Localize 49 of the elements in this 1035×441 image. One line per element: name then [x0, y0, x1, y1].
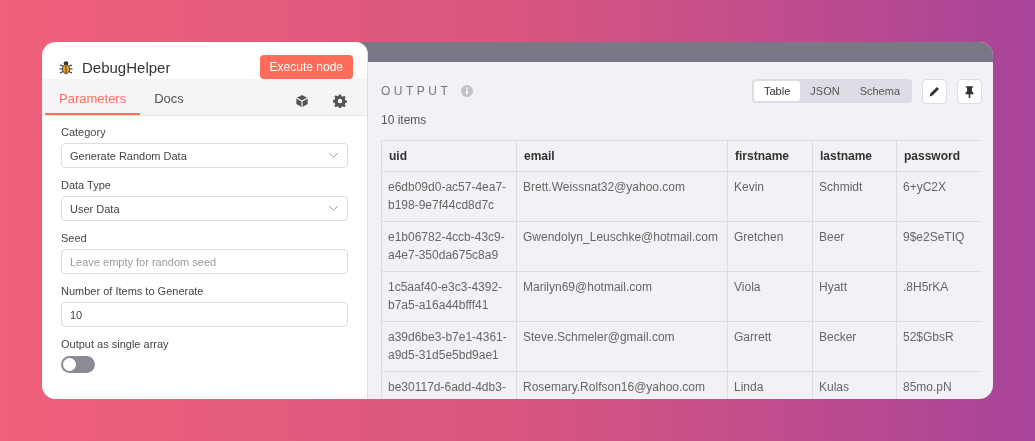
select-field[interactable]: Generate Random Data — [61, 143, 348, 168]
chevron-down-icon — [328, 152, 339, 159]
toggle-switch[interactable] — [61, 356, 95, 373]
table-cell: Brett.Weissnat32@yahoo.com — [516, 171, 728, 222]
chevron-down-icon — [328, 205, 339, 212]
table-cell: e1b06782-4ccb-43c9-a4e7-350da675c8a9 — [381, 221, 517, 272]
pencil-icon — [928, 84, 941, 98]
column-header: lastname — [812, 140, 897, 172]
view-tab[interactable]: JSON — [800, 81, 850, 101]
table-cell: a39d6be3-b7e1-4361-a9d5-31d5e5bd9ae1 — [381, 321, 517, 372]
info-icon — [461, 85, 474, 97]
pin-button[interactable] — [957, 78, 982, 104]
settings-icon[interactable] — [333, 94, 347, 108]
pin-icon — [963, 84, 976, 98]
table-cell: Beer — [812, 221, 897, 272]
table-cell: Viola — [727, 271, 813, 322]
table-cell: 1c5aaf40-e3c3-4392-b7a5-a16a44bfff41 — [381, 271, 517, 322]
table-cell: e6db09d0-ac57-4ea7-b198-9e7f44cd8d7c — [381, 171, 517, 222]
table-cell: Marilyn69@hotmail.com — [516, 271, 728, 322]
table-cell: Hyatt — [812, 271, 897, 322]
table-cell: Gretchen — [727, 221, 813, 272]
table-cell: Steve.Schmeler@gmail.com — [516, 321, 728, 372]
view-tab[interactable]: Table — [754, 81, 801, 101]
cube-icon[interactable] — [295, 94, 309, 108]
item-count: 10 items — [381, 113, 428, 127]
table-cell: Schmidt — [812, 171, 897, 222]
select-field[interactable]: User Data — [61, 196, 348, 221]
view-tab[interactable]: Schema — [849, 81, 910, 101]
table-cell: Gwendolyn_Leuschke@hotmail.com — [516, 221, 728, 272]
column-header: uid — [381, 140, 517, 172]
output-title: OUTPUT — [381, 84, 452, 98]
table-cell: be30117d-6add-4db3- — [381, 371, 517, 399]
column-header: password — [896, 140, 982, 172]
column-header: email — [516, 140, 728, 172]
edit-button[interactable] — [922, 78, 947, 104]
node-title: DebugHelper — [82, 58, 171, 76]
text-field[interactable]: Leave empty for random seed — [61, 249, 348, 274]
tab[interactable]: Docs — [140, 87, 198, 115]
table-cell: Kevin — [727, 171, 813, 222]
table-cell: Garrett — [727, 321, 813, 372]
field-label: Data Type — [61, 179, 112, 191]
column-header: firstname — [727, 140, 813, 172]
text-field[interactable]: 10 — [61, 302, 348, 327]
field-label: Seed — [61, 232, 88, 244]
field-label: Category — [61, 126, 107, 138]
field-label: Output as single array — [61, 338, 170, 350]
field-label: Number of Items to Generate — [61, 285, 205, 297]
table-cell: Becker — [812, 321, 897, 372]
bug-icon — [58, 59, 74, 75]
